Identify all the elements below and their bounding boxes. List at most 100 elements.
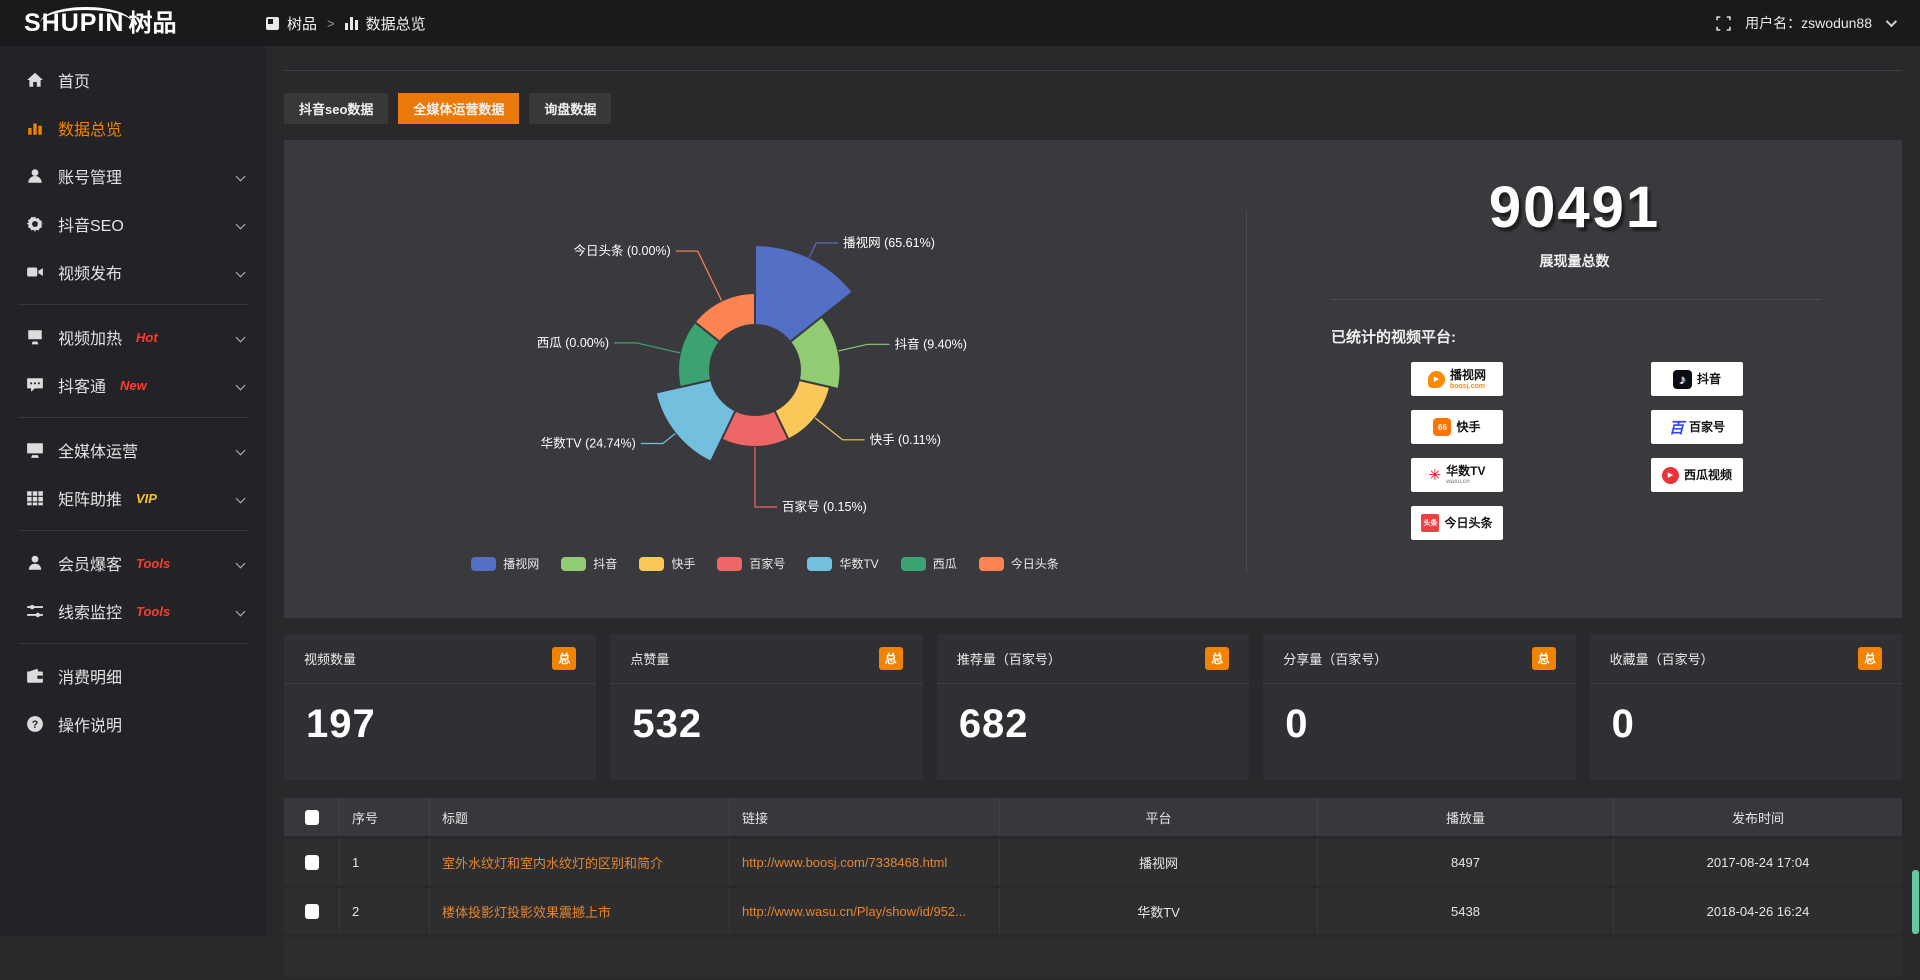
legend-item-西瓜[interactable]: 西瓜 [901,555,957,572]
legend-item-播视网[interactable]: 播视网 [471,555,539,572]
sidebar-item-data-overview[interactable]: 数据总览 [0,104,266,152]
platform-badge-今日头条: 头条今日头条 [1411,506,1503,540]
baijiahao-logo: 百 [1669,417,1684,438]
heat-icon [26,328,44,346]
svg-text:?: ? [32,719,39,731]
sidebar-item-label: 抖音SEO [58,212,124,236]
chevron-down-icon [236,219,246,229]
pie-chart: 播视网 (65.61%)抖音 (9.40%)快手 (0.11%)百家号 (0.1… [284,140,1246,618]
total-badge: 总 [1205,647,1229,670]
legend-swatch [639,557,664,571]
tab-0[interactable]: 抖音seo数据 [284,93,388,124]
sidebar-item-account-management[interactable]: 账号管理 [0,152,266,200]
sidebar-item-douketong[interactable]: 抖客通 New [0,361,266,409]
sidebar-item-operation-guide[interactable]: ? 操作说明 [0,700,266,748]
breadcrumb-current[interactable]: 数据总览 [366,13,426,34]
sidebar-item-douyin-seo[interactable]: 抖音SEO [0,200,266,248]
stat-card-0: 视频数量总197 [284,634,596,780]
sidebar-item-video-publish[interactable]: 视频发布 [0,248,266,296]
fullscreen-icon[interactable] [1716,16,1731,31]
pie-slice-华数TV[interactable] [656,380,736,462]
legend-item-快手[interactable]: 快手 [639,555,695,572]
sidebar-divider [18,304,248,305]
column-header-5: 发布时间 [1614,798,1902,836]
sidebar-item-consumption-detail[interactable]: 消费明细 [0,652,266,700]
cell-title-link[interactable]: 室外水纹灯和室内水纹灯的区别和简介 [430,839,730,885]
select-all-checkbox[interactable] [305,810,319,825]
chart-panel: 播视网 (65.61%)抖音 (9.40%)快手 (0.11%)百家号 (0.1… [284,140,1902,618]
sidebar-item-label: 抖客通 [58,373,106,397]
sidebar-item-label: 全媒体运营 [58,438,138,462]
legend-label: 西瓜 [933,555,957,572]
legend-swatch [717,557,742,571]
sidebar-item-label: 账号管理 [58,164,122,188]
tab-1[interactable]: 全媒体运营数据 [398,93,519,124]
username[interactable]: 用户名：zswodun88 [1745,13,1872,33]
breadcrumb-separator: > [327,16,335,31]
pie-label: 华数TV (24.74%) [541,435,636,450]
legend-swatch [979,557,1004,571]
sidebar-item-video-heat[interactable]: 视频加热Hot [0,313,266,361]
sidebar-item-lead-monitor[interactable]: 线索监控 Tools [0,587,266,635]
stat-card-title: 推荐量（百家号） [957,649,1061,668]
sidebar-item-tag: VIP [136,491,157,506]
sidebar-item-home[interactable]: 首页 [0,56,266,104]
sidebar-divider [18,643,248,644]
page-scrollbar[interactable] [1912,46,1919,936]
chart-legend: 播视网 抖音 快手 百家号 华数TV 西瓜 今日头条 [284,555,1246,572]
pie-slice-播视网[interactable] [755,245,853,342]
stat-card-title: 视频数量 [304,649,356,668]
bar-chart-crumb-icon [345,17,358,30]
row-checkbox[interactable] [305,904,319,919]
pie-label-line [676,251,722,301]
row-checkbox[interactable] [305,855,319,870]
table-row-partial [284,937,1902,977]
stat-card-1: 点赞量总532 [610,634,922,780]
total-badge: 总 [1858,647,1882,670]
legend-item-华数TV[interactable]: 华数TV [807,555,878,572]
pie-label-line [641,434,676,444]
legend-item-百家号[interactable]: 百家号 [717,555,785,572]
cell-url-link[interactable]: http://www.wasu.cn/Play/show/id/952... [730,888,1000,934]
chevron-down-icon [236,606,246,616]
sidebar-item-label: 消费明细 [58,664,122,688]
chat-icon [26,376,44,394]
cell-index: 2 [340,888,430,934]
sidebar-item-label: 数据总览 [58,116,122,140]
sidebar-item-member-burst[interactable]: 会员爆客Tools [0,539,266,587]
total-impressions-label: 展现量总数 [1247,251,1902,271]
tab-2[interactable]: 询盘数据 [529,93,611,124]
cell-url-link[interactable]: http://www.boosj.com/7338468.html [730,839,1000,885]
sidebar-item-omni-media[interactable]: 全媒体运营 [0,426,266,474]
cell-index: 1 [340,839,430,885]
douyin-logo: ♪ [1673,370,1692,389]
sidebar-item-matrix-boost[interactable]: 矩阵助推 VIP [0,474,266,522]
column-header-4: 播放量 [1318,798,1614,836]
legend-label: 今日头条 [1011,555,1059,572]
chevron-down-icon [236,558,246,568]
sidebar-item-tag: New [120,378,147,393]
platform-badge-抖音: ♪抖音 [1651,362,1743,396]
shupin-crumb-icon [266,17,279,30]
summary-divider [1331,299,1821,300]
cell-title-link[interactable]: 楼体投影灯投影效果震撼上市 [430,888,730,934]
sidebar-item-label: 矩阵助推 [58,486,122,510]
chevron-down-icon [236,493,246,503]
breadcrumb-root[interactable]: 树品 [287,13,317,34]
sidebar-item-label: 首页 [58,68,90,92]
scrollbar-thumb[interactable] [1912,870,1919,934]
pie-label-line [755,447,777,507]
stat-card-value: 0 [1263,684,1575,747]
legend-item-抖音[interactable]: 抖音 [561,555,617,572]
chevron-down-icon [236,171,246,181]
sidebar-item-label: 线索监控 [58,599,122,623]
sidebar-item-tag: Tools [136,604,170,619]
legend-item-今日头条[interactable]: 今日头条 [979,555,1059,572]
cell-published: 2018-04-26 16:24 [1614,888,1902,934]
sidebar-menu: 首页数据总览账号管理抖音SEO 视频发布视频加热Hot 抖客通 New 全媒体运营矩阵助… [0,56,266,748]
total-impressions-value: 90491 [1247,174,1902,241]
sidebar-item-label: 操作说明 [58,712,122,736]
legend-swatch [901,557,926,571]
help-icon: ? [26,715,44,733]
chevron-down-icon[interactable] [1886,16,1897,27]
